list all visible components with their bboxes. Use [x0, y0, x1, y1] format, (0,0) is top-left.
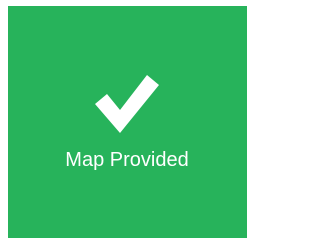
tile-label: Map Provided — [65, 149, 189, 171]
checkmark-icon — [95, 75, 159, 133]
